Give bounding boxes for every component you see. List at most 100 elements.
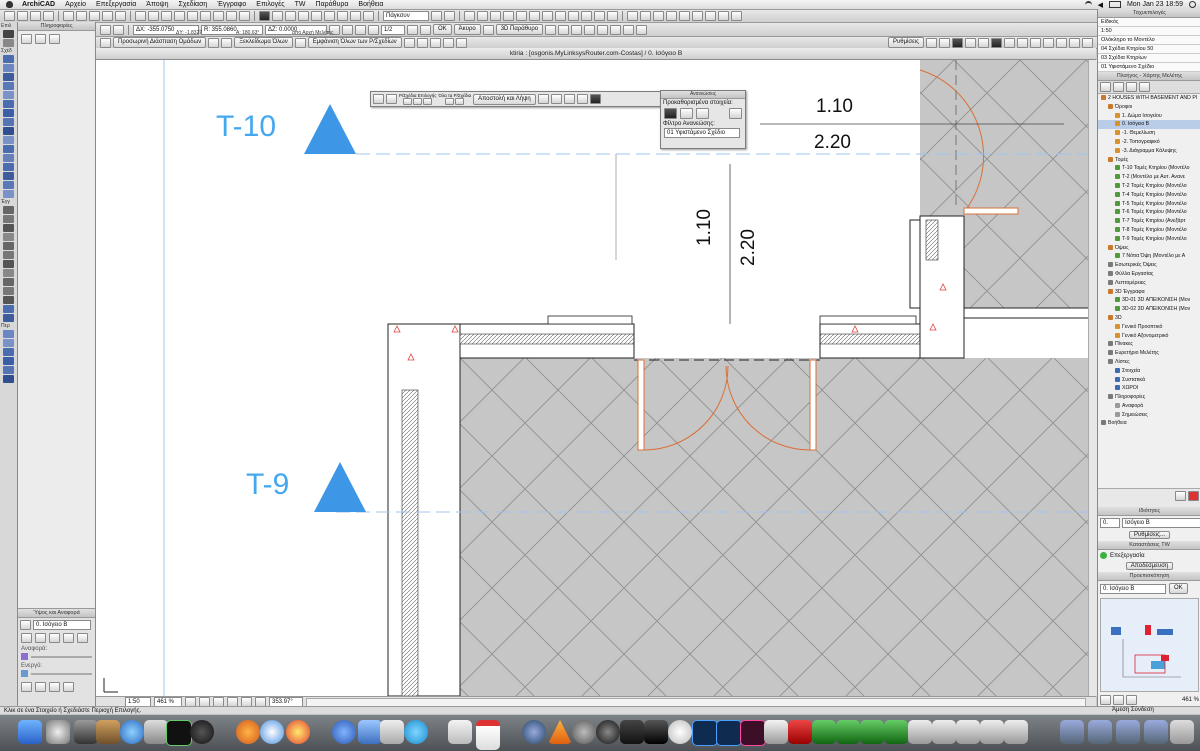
info-layer-icon[interactable] xyxy=(49,34,60,44)
sel-ref-request-icon[interactable] xyxy=(423,98,433,105)
renovation-filter-select[interactable]: 01 Υφιστάμενο Σχέδιο xyxy=(664,128,740,138)
change-tool-icon[interactable] xyxy=(3,348,14,356)
reference-color-swatch[interactable] xyxy=(21,653,28,660)
bring-front-icon[interactable] xyxy=(679,11,690,21)
project-map-item[interactable]: -1. Θεμελίωση xyxy=(1098,129,1200,138)
ungroup-icon[interactable] xyxy=(640,11,651,21)
door-leaf-right[interactable] xyxy=(809,359,817,451)
label-tool-icon[interactable] xyxy=(3,233,14,241)
open-file-icon[interactable] xyxy=(17,11,28,21)
text-icon[interactable] xyxy=(324,11,335,21)
app-gray-3-icon[interactable] xyxy=(956,720,980,744)
spline-tool-icon[interactable] xyxy=(3,278,14,286)
redo-icon[interactable] xyxy=(76,11,87,21)
safari-icon[interactable] xyxy=(260,720,284,744)
door-leaf-left[interactable] xyxy=(637,359,645,451)
section-marker-t10[interactable] xyxy=(304,104,356,154)
project-map-tab-icon[interactable] xyxy=(1100,82,1111,92)
ref-next-icon[interactable] xyxy=(416,37,428,48)
project-map-item[interactable]: T-2 Τομές Κτηρίου (Μοντέλο xyxy=(1098,182,1200,191)
3d-icon[interactable] xyxy=(482,24,494,35)
fit-window-icon[interactable] xyxy=(161,11,172,21)
intersect-icon[interactable] xyxy=(581,11,592,21)
layers-icon[interactable] xyxy=(200,11,211,21)
publisher-tab-icon[interactable] xyxy=(1139,82,1150,92)
project-map-item[interactable]: Όροφοι xyxy=(1098,103,1200,112)
worksheet-tool-icon[interactable] xyxy=(3,339,14,347)
worksheet-icon[interactable] xyxy=(623,24,635,35)
sel-ref-release-icon[interactable] xyxy=(413,98,423,105)
project-map-item[interactable]: -2. Τοπογραφικό xyxy=(1098,138,1200,147)
distribute-icon[interactable] xyxy=(477,11,488,21)
app-green-1-icon[interactable] xyxy=(812,720,836,744)
new-file-icon[interactable] xyxy=(4,11,15,21)
artlantis-icon[interactable] xyxy=(764,720,788,744)
brush-icon[interactable] xyxy=(939,37,950,48)
story-field[interactable]: 0. Ισόγειο Β xyxy=(33,620,91,630)
project-map-item[interactable]: T-6 Τομές Κτηρίου (Μοντέλο xyxy=(1098,208,1200,217)
hotspot-tool-icon[interactable] xyxy=(3,287,14,295)
stair-tool-icon[interactable] xyxy=(3,163,14,171)
app-green-3-icon[interactable] xyxy=(860,720,884,744)
menu-item[interactable]: TW xyxy=(290,1,311,8)
object-tool-icon[interactable] xyxy=(3,100,14,108)
camera-icon[interactable] xyxy=(444,11,455,21)
archicad-icon[interactable] xyxy=(620,720,644,744)
special-snap-icon[interactable] xyxy=(355,24,366,35)
render-icon[interactable] xyxy=(571,24,583,35)
dvd-icon[interactable] xyxy=(190,720,214,744)
tw-info-icon[interactable] xyxy=(550,94,562,104)
properties-story-name[interactable]: Ισόγειο Β xyxy=(1122,518,1200,528)
nx2-icon[interactable] xyxy=(644,720,668,744)
project-map-item[interactable]: 1. Δώμα Ισογείου xyxy=(1098,112,1200,121)
door-tool-icon[interactable] xyxy=(3,91,14,99)
magic-wand-icon[interactable] xyxy=(213,11,224,21)
trace-toggle-icon[interactable] xyxy=(373,94,384,104)
menubar-clock[interactable]: Mon Jan 23 18:59 xyxy=(1127,1,1183,8)
settings-button[interactable]: Ρυθμίσεις xyxy=(887,37,924,48)
text-tool-icon[interactable] xyxy=(3,224,14,232)
tw-panel-icon[interactable] xyxy=(589,94,601,104)
wifi-icon[interactable] xyxy=(1084,0,1092,9)
column-tool-icon[interactable] xyxy=(3,64,14,72)
polyline-tool-icon[interactable] xyxy=(3,269,14,277)
ref-move-icon[interactable] xyxy=(455,37,467,48)
mesh-tool-icon[interactable] xyxy=(3,172,14,180)
view-map-tab-icon[interactable] xyxy=(1113,82,1124,92)
volume-icon[interactable]: ◀ xyxy=(1098,1,1103,9)
project-map-item[interactable]: 3D-02 3D ΑΠΕΙΚΟΝΙΣΗ (Μον xyxy=(1098,305,1200,314)
section-icon[interactable] xyxy=(545,24,557,35)
unlock-all-button[interactable]: Ξεκλείδωμα Όλων xyxy=(234,37,293,48)
ref-swap-mode-icon[interactable] xyxy=(35,633,46,643)
layout-book-tab-icon[interactable] xyxy=(1126,82,1137,92)
pen-table-icon[interactable] xyxy=(1043,37,1054,48)
spotlight-icon[interactable] xyxy=(1189,1,1196,8)
suspend-groups-button[interactable]: Προσωρινή Διάσπαση Ομάδων xyxy=(113,37,207,48)
ref-more-icon[interactable] xyxy=(77,633,88,643)
figure-tool-icon[interactable] xyxy=(3,296,14,304)
send-receive-button[interactable]: Αποστολή και Λήψη xyxy=(473,93,536,105)
ok-button[interactable]: OK xyxy=(433,24,452,35)
view-dropdown[interactable]: Πάγκσυν xyxy=(383,11,429,21)
trace-reset-icon[interactable] xyxy=(63,682,74,692)
shell-tool-icon[interactable] xyxy=(3,136,14,144)
firefox-icon[interactable] xyxy=(236,720,260,744)
project-map-item[interactable]: Εσωτερικές Όψεις xyxy=(1098,261,1200,270)
project-map-item[interactable]: Φύλλα Εργασίας xyxy=(1098,270,1200,279)
project-map-item[interactable]: 0. Ισόγειο Β xyxy=(1098,120,1200,130)
photo-tool-icon[interactable] xyxy=(668,720,692,744)
navigator-new-icon[interactable] xyxy=(1175,491,1186,501)
undo-icon[interactable] xyxy=(63,11,74,21)
elevation-view-icon[interactable] xyxy=(558,24,570,35)
project-map-item[interactable]: Όψεις xyxy=(1098,244,1200,253)
dimension-tool-icon[interactable] xyxy=(3,206,14,214)
unlock-icon[interactable] xyxy=(666,11,677,21)
grid-tool-icon[interactable] xyxy=(3,366,14,374)
ref-show-icon[interactable] xyxy=(49,633,60,643)
project-map-item[interactable]: T-5 Τομές Κτηρίου (Μοντέλο xyxy=(1098,200,1200,209)
release-button[interactable]: Αποδέσμευση xyxy=(1125,562,1174,570)
abs-coord-icon[interactable] xyxy=(100,24,111,35)
show-icon[interactable] xyxy=(718,11,729,21)
preset-item[interactable]: 01 Υφιστάμενο Σχέδιο xyxy=(1098,63,1200,72)
zoom-in-icon[interactable] xyxy=(135,11,146,21)
